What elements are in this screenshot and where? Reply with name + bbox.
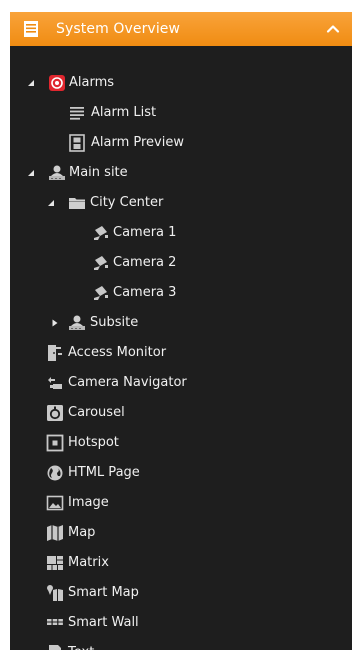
tree-label-main-site: Main site [69,165,128,180]
tree-node-smart-map[interactable]: Smart Map [10,578,352,608]
list-icon [70,107,84,120]
tree-label-image: Image [68,495,109,510]
tree-label-hotspot: Hotspot [68,435,119,450]
collapsed-triangle-icon[interactable] [51,319,59,327]
tree-node-camera-2[interactable]: Camera 2 [10,248,352,278]
smart-wall-icon [47,619,63,625]
tree-label-smart-wall: Smart Wall [68,615,139,630]
tree-label-map: Map [68,525,96,540]
tree-label-city-center: City Center [90,195,164,210]
carousel-icon [47,405,63,421]
tree-label-carousel: Carousel [68,405,125,420]
tree-node-smart-wall[interactable]: Smart Wall [10,608,352,638]
tree-label-camera-2: Camera 2 [113,255,177,270]
access-monitor-icon [48,345,62,361]
film-preview-icon [69,134,85,152]
tree-label-text: Text [68,638,94,650]
tree-label-camera-1: Camera 1 [113,225,177,240]
tree-label-camera-navigator: Camera Navigator [68,375,187,390]
tree-node-carousel[interactable]: Carousel [10,398,352,428]
system-overview-header[interactable]: System Overview [10,12,352,46]
tree-label-access-monitor: Access Monitor [68,345,167,360]
tree-label-smart-map: Smart Map [68,585,139,600]
tree-node-subsite[interactable]: Subsite [10,308,352,338]
camera-icon [94,226,108,240]
tree-node-main-site[interactable]: Main site [10,158,352,188]
tree-label-subsite: Subsite [90,315,139,330]
tree-label-alarm-list: Alarm List [91,105,157,120]
hotspot-icon [46,434,64,452]
tree-node-alarm-list[interactable]: Alarm List [10,98,352,128]
tree-label-alarm-preview: Alarm Preview [91,135,184,150]
tree-node-alarm-preview[interactable]: Alarm Preview [10,128,352,158]
tree-node-hotspot[interactable]: Hotspot [10,428,352,458]
panel-title: System Overview [56,21,181,37]
tree-node-camera-1[interactable]: Camera 1 [10,218,352,248]
tree-label-html-page: HTML Page [68,465,140,480]
tree-label-camera-3: Camera 3 [113,285,177,300]
site-icon [49,165,65,180]
tree-label-alarms: Alarms [69,75,115,90]
tree-node-access-monitor[interactable]: Access Monitor [10,338,352,368]
expanded-triangle-icon[interactable] [27,79,35,87]
expanded-triangle-icon[interactable] [47,199,55,207]
tree-label-matrix: Matrix [68,555,109,570]
overview-list-icon [24,21,38,37]
collapse-chevron-up-icon[interactable] [322,18,344,40]
system-overview-panel: System Overview Alarms Alarm List Alarm … [10,12,352,650]
tree-node-city-center[interactable]: City Center [10,188,352,218]
map-icon [47,525,63,541]
camera-navigator-icon [48,377,62,389]
tree-node-text[interactable]: Text [10,638,352,650]
alarm-icon [49,75,65,91]
tree-node-matrix[interactable]: Matrix [10,548,352,578]
camera-icon [94,286,108,300]
globe-icon [47,465,63,481]
tree-node-image[interactable]: Image [10,488,352,518]
folder-icon [69,198,85,209]
tree-node-html-page[interactable]: HTML Page [10,458,352,488]
tree-node-alarms[interactable]: Alarms [10,68,352,98]
site-icon [69,315,85,330]
matrix-icon [47,556,63,570]
tree-node-camera-navigator[interactable]: Camera Navigator [10,368,352,398]
tree-node-map[interactable]: Map [10,518,352,548]
smart-map-icon [47,585,63,601]
text-icon [49,645,61,650]
camera-icon [94,256,108,270]
expanded-triangle-icon[interactable] [27,169,35,177]
image-icon [46,495,64,511]
tree-node-camera-3[interactable]: Camera 3 [10,278,352,308]
